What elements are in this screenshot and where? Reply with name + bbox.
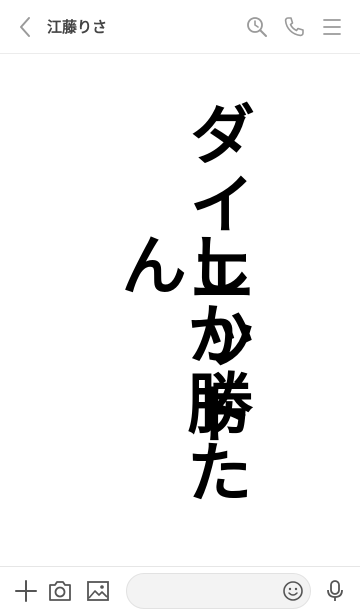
search-icon[interactable] [245, 15, 269, 39]
back-chevron-icon[interactable] [14, 14, 38, 40]
emoji-icon[interactable] [282, 580, 304, 602]
message-text-field[interactable] [139, 582, 273, 602]
chat-background: ダイエット しか勝たん [0, 54, 360, 566]
chat-input-bar [0, 566, 360, 616]
chat-title: 江藤りさ [47, 18, 108, 36]
plus-icon[interactable] [13, 578, 39, 604]
microphone-icon[interactable] [322, 578, 348, 604]
menu-icon[interactable] [320, 15, 344, 39]
vertical-text-column-2: しか勝たん [110, 231, 254, 507]
image-icon[interactable] [85, 578, 111, 604]
chat-header: 江藤りさ [0, 0, 360, 54]
message-input[interactable] [126, 573, 311, 609]
phone-icon[interactable] [282, 15, 306, 39]
camera-icon[interactable] [47, 578, 73, 604]
